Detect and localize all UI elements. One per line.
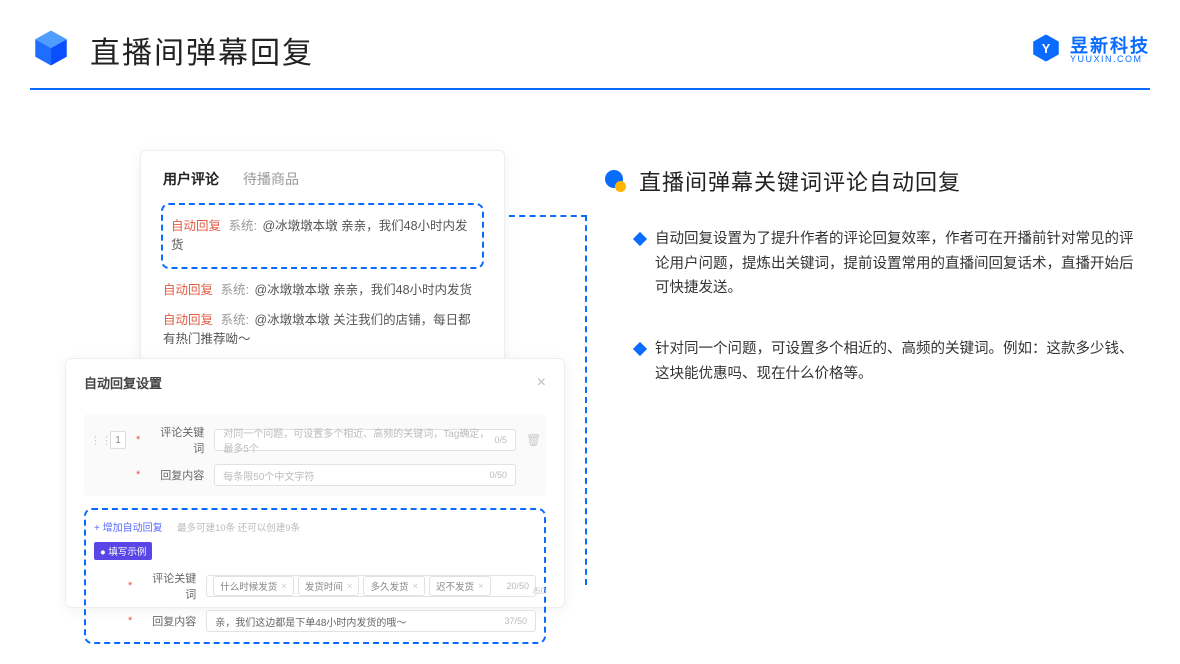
example-content-input[interactable]: 亲，我们这边都是下单48小时内发货的哦～ 37/50 bbox=[206, 610, 536, 632]
diamond-icon bbox=[633, 232, 647, 246]
auto-reply-tag: 自动回复 bbox=[163, 313, 213, 327]
content-input[interactable]: 每条限50个中文字符 0/50 bbox=[214, 464, 516, 486]
close-icon[interactable]: × bbox=[537, 374, 546, 392]
required-star: * bbox=[136, 469, 140, 481]
keyword-chip[interactable]: 什么时候发货× bbox=[213, 576, 294, 596]
keyword-counter: 0/5 bbox=[494, 435, 507, 445]
content-placeholder: 每条限50个中文字符 bbox=[223, 468, 314, 483]
keyword-input[interactable]: 对同一个问题，可设置多个相近、高频的关键词，Tag确定，最多5个 0/5 bbox=[214, 429, 516, 451]
feature-bullet: 针对同一个问题，可设置多个相近的、高频的关键词。例如：这款多少钱、这块能优惠吗、… bbox=[635, 337, 1145, 386]
connector-line-v bbox=[585, 215, 587, 585]
brand-name-en: YUUXIN.COM bbox=[1070, 55, 1150, 64]
chip-remove-icon[interactable]: × bbox=[347, 581, 353, 592]
required-star: * bbox=[128, 615, 132, 627]
chip-remove-icon[interactable]: × bbox=[478, 581, 484, 592]
keyword-chip[interactable]: 迟不发货× bbox=[429, 576, 491, 596]
example-keyword-counter: 20/50 bbox=[506, 581, 529, 591]
settings-card: 自动回复设置 × ⋮⋮ 1 * 评论关键词 对同一个问题，可设置多个相近、高频的… bbox=[65, 358, 565, 608]
comment-row: 自动回复 系统: @冰墩墩本墩 关注我们的店铺，每日都有热门推荐呦～ bbox=[163, 305, 482, 355]
partial-counter: /50 bbox=[533, 586, 546, 597]
connector-line-h bbox=[509, 215, 587, 217]
system-label: 系统: bbox=[221, 313, 249, 327]
system-label: 系统: bbox=[221, 283, 249, 297]
section-title: 直播间弹幕关键词评论自动回复 bbox=[639, 165, 961, 197]
rule-row-block: ⋮⋮ 1 * 评论关键词 对同一个问题，可设置多个相近、高频的关键词，Tag确定… bbox=[84, 414, 546, 496]
required-star: * bbox=[128, 580, 132, 592]
keyword-label: 评论关键词 bbox=[150, 424, 204, 456]
header-divider bbox=[30, 88, 1150, 90]
example-content-value: 亲，我们这边都是下单48小时内发货的哦～ bbox=[215, 614, 406, 629]
keyword-chip[interactable]: 发货时间× bbox=[298, 576, 360, 596]
comment-row: 自动回复 系统: @冰墩墩本墩 亲亲，我们48小时内发货 bbox=[163, 275, 482, 306]
tab-user-comments[interactable]: 用户评论 bbox=[163, 169, 219, 189]
chip-remove-icon[interactable]: × bbox=[412, 581, 418, 592]
example-content-label: 回复内容 bbox=[142, 613, 196, 629]
auto-reply-tag: 自动回复 bbox=[163, 283, 213, 297]
example-keyword-label: 评论关键词 bbox=[142, 570, 196, 602]
delete-icon[interactable]: 🗑 bbox=[526, 433, 540, 447]
content-label: 回复内容 bbox=[150, 467, 204, 483]
bullet-text: 自动回复设置为了提升作者的评论回复效率，作者可在开播前针对常见的评论用户问题，提… bbox=[655, 227, 1145, 301]
system-label: 系统: bbox=[229, 219, 257, 233]
bullet-text: 针对同一个问题，可设置多个相近的、高频的关键词。例如：这款多少钱、这块能优惠吗、… bbox=[655, 337, 1145, 386]
add-hint: 最多可建10条 还可以创建9条 bbox=[177, 523, 300, 534]
comment-row: 自动回复 系统: @冰墩墩本墩 亲亲，我们48小时内发货 bbox=[171, 211, 474, 261]
settings-title: 自动回复设置 bbox=[84, 373, 162, 392]
keyword-chip[interactable]: 多久发货× bbox=[363, 576, 425, 596]
feature-bullet: 自动回复设置为了提升作者的评论回复效率，作者可在开播前针对常见的评论用户问题，提… bbox=[635, 227, 1145, 301]
comment-body: @冰墩墩本墩 亲亲，我们48小时内发货 bbox=[254, 283, 472, 297]
brand-hex-icon: Y bbox=[1030, 32, 1062, 69]
example-keyword-input[interactable]: 什么时候发货× 发货时间× 多久发货× 迟不发货× 20/50 bbox=[206, 575, 536, 597]
drag-handle-icon[interactable]: ⋮⋮ bbox=[90, 434, 100, 447]
svg-text:Y: Y bbox=[1042, 40, 1051, 55]
add-auto-reply-link[interactable]: + 增加自动回复 bbox=[94, 523, 163, 534]
highlighted-comment: 自动回复 系统: @冰墩墩本墩 亲亲，我们48小时内发货 bbox=[161, 203, 484, 269]
brand-logo-block: Y 昱新科技 YUUXIN.COM bbox=[1030, 32, 1150, 69]
example-highlight-box: + 增加自动回复 最多可建10条 还可以创建9条 ● 填写示例 * 评论关键词 … bbox=[84, 508, 546, 644]
example-content-counter: 37/50 bbox=[504, 616, 527, 626]
brand-name-cn: 昱新科技 bbox=[1070, 37, 1150, 55]
cube-icon bbox=[30, 27, 72, 74]
page-title: 直播间弹幕回复 bbox=[90, 28, 314, 72]
example-badge: ● 填写示例 bbox=[94, 542, 152, 560]
diamond-icon bbox=[633, 342, 647, 356]
content-counter: 0/50 bbox=[489, 470, 507, 480]
section-dot-icon bbox=[605, 170, 627, 192]
auto-reply-tag: 自动回复 bbox=[171, 219, 221, 233]
required-star: * bbox=[136, 434, 140, 446]
chip-remove-icon[interactable]: × bbox=[281, 581, 287, 592]
comment-tabs: 用户评论 待播商品 bbox=[163, 169, 482, 189]
comments-card: 用户评论 待播商品 自动回复 系统: @冰墩墩本墩 亲亲，我们48小时内发货 自… bbox=[140, 150, 505, 370]
row-number-badge: 1 bbox=[110, 431, 126, 449]
keyword-placeholder: 对同一个问题，可设置多个相近、高频的关键词，Tag确定，最多5个 bbox=[223, 425, 494, 455]
tab-pending-goods[interactable]: 待播商品 bbox=[243, 169, 299, 189]
